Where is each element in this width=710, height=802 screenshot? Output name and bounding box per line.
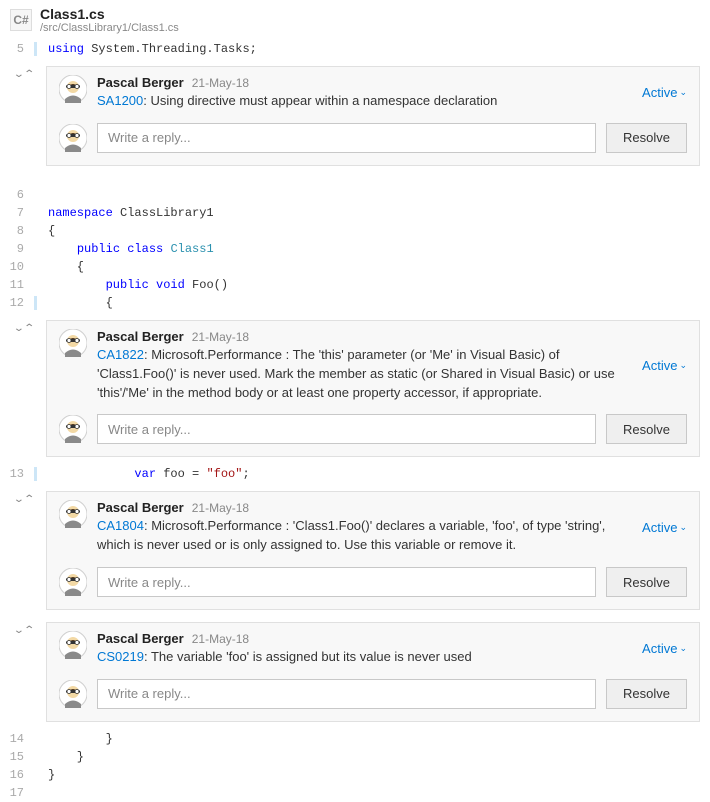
comment-date: 21-May-18: [192, 501, 249, 515]
code-line: 12 {: [0, 294, 710, 316]
comment-card: Pascal Berger 21-May-18 CA1822: Microsof…: [46, 320, 700, 458]
comment-date: 21-May-18: [192, 330, 249, 344]
rule-link[interactable]: CA1822: [97, 347, 144, 362]
status-dropdown[interactable]: Active⌄: [642, 75, 687, 111]
code-line: 9 public class Class1: [0, 240, 710, 258]
comment-body: CS0219: The variable 'foo' is assigned b…: [97, 648, 632, 667]
code-line: 14 }: [0, 730, 710, 748]
file-header: C# Class1.cs /src/ClassLibrary1/Class1.c…: [0, 0, 710, 40]
avatar: [59, 568, 87, 596]
code-line: 11 public void Foo(): [0, 276, 710, 294]
chevron-down-icon: ⌄: [679, 522, 687, 533]
code-line: 15 }: [0, 748, 710, 766]
collapse-handle-icon[interactable]: ⌄⌃: [13, 495, 34, 505]
change-marker: [34, 296, 37, 310]
chevron-down-icon: ⌄: [679, 360, 687, 371]
comment-author[interactable]: Pascal Berger: [97, 75, 184, 90]
comment-card: Pascal Berger 21-May-18 SA1200: Using di…: [46, 66, 700, 166]
avatar: [59, 329, 87, 357]
code-line: 16 }: [0, 766, 710, 784]
resolve-button[interactable]: Resolve: [606, 414, 687, 444]
comment-author[interactable]: Pascal Berger: [97, 329, 184, 344]
rule-link[interactable]: SA1200: [97, 93, 143, 108]
file-path[interactable]: /src/ClassLibrary1/Class1.cs: [40, 22, 179, 34]
reply-input[interactable]: [97, 567, 596, 597]
code-line: 5 using System.Threading.Tasks;: [0, 40, 710, 62]
code-line: 13 var foo = "foo";: [0, 465, 710, 487]
resolve-button[interactable]: Resolve: [606, 679, 687, 709]
comment-body: SA1200: Using directive must appear with…: [97, 92, 632, 111]
avatar: [59, 680, 87, 708]
collapse-handle-icon[interactable]: ⌄⌃: [13, 626, 34, 636]
code-line: 6: [0, 186, 710, 204]
comment-body: CA1822: Microsoft.Performance : The 'thi…: [97, 346, 632, 403]
comment-body: CA1804: Microsoft.Performance : 'Class1.…: [97, 517, 632, 555]
change-marker: [34, 467, 37, 481]
code-line: 8 {: [0, 222, 710, 240]
rule-link[interactable]: CS0219: [97, 649, 144, 664]
avatar: [59, 500, 87, 528]
code-line: 7 namespace ClassLibrary1: [0, 204, 710, 222]
comment-card: Pascal Berger 21-May-18 CA1804: Microsof…: [46, 491, 700, 610]
rule-link[interactable]: CA1804: [97, 518, 144, 533]
status-dropdown[interactable]: Active⌄: [642, 631, 687, 667]
comment-card: Pascal Berger 21-May-18 CS0219: The vari…: [46, 622, 700, 722]
comment-date: 21-May-18: [192, 76, 249, 90]
file-name: Class1.cs: [40, 6, 179, 22]
collapse-handle-icon[interactable]: ⌄⌃: [13, 70, 34, 80]
file-type-badge: C#: [10, 9, 32, 31]
comment-author[interactable]: Pascal Berger: [97, 631, 184, 646]
comment-date: 21-May-18: [192, 632, 249, 646]
avatar: [59, 75, 87, 103]
code-line: 17: [0, 784, 710, 802]
status-dropdown[interactable]: Active⌄: [642, 329, 687, 403]
resolve-button[interactable]: Resolve: [606, 567, 687, 597]
reply-input[interactable]: [97, 679, 596, 709]
code-line: 10 {: [0, 258, 710, 276]
resolve-button[interactable]: Resolve: [606, 123, 687, 153]
reply-input[interactable]: [97, 123, 596, 153]
change-marker: [34, 42, 37, 56]
status-dropdown[interactable]: Active⌄: [642, 500, 687, 555]
chevron-down-icon: ⌄: [679, 643, 687, 654]
line-number: 5: [0, 40, 34, 62]
reply-input[interactable]: [97, 414, 596, 444]
avatar: [59, 124, 87, 152]
avatar: [59, 415, 87, 443]
collapse-handle-icon[interactable]: ⌄⌃: [13, 324, 34, 334]
avatar: [59, 631, 87, 659]
chevron-down-icon: ⌄: [679, 87, 687, 98]
comment-author[interactable]: Pascal Berger: [97, 500, 184, 515]
